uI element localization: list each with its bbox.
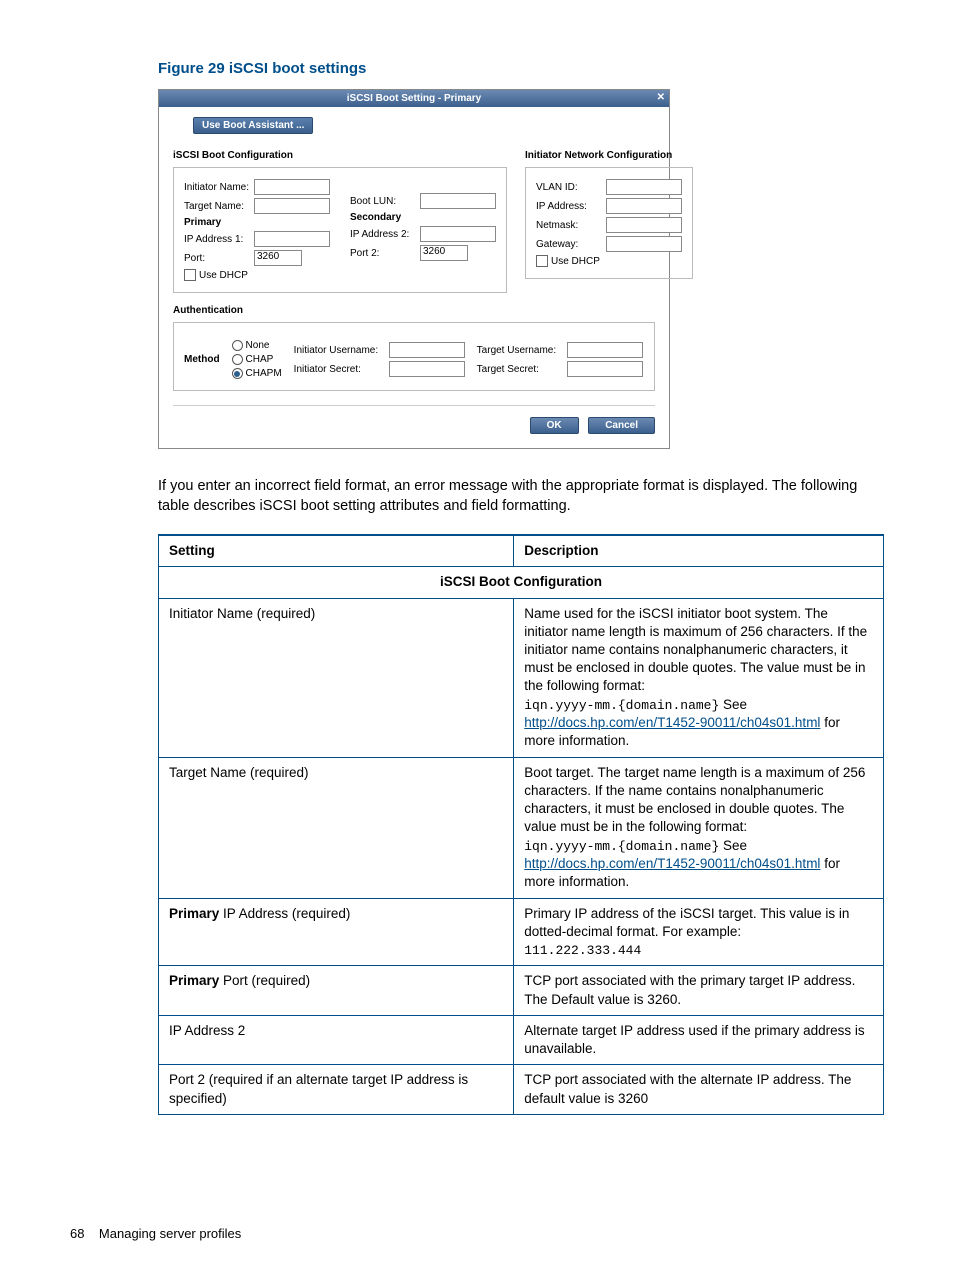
gateway-field[interactable] xyxy=(606,236,682,252)
cell-description: TCP port associated with the primary tar… xyxy=(514,966,884,1015)
initiator-name-label: Initiator Name: xyxy=(184,182,254,193)
secondary-label: Secondary xyxy=(350,212,420,223)
method-chapm-radio[interactable] xyxy=(232,368,243,379)
ok-button[interactable]: OK xyxy=(530,417,579,434)
cell-description: TCP port associated with the alternate I… xyxy=(514,1065,884,1114)
cell-description: Alternate target IP address used if the … xyxy=(514,1015,884,1064)
ip2-label: IP Address 2: xyxy=(350,229,420,240)
method-chap-label: CHAP xyxy=(246,354,274,365)
link[interactable]: http://docs.hp.com/en/T1452-90011/ch04s0… xyxy=(524,856,820,871)
method-none-label: None xyxy=(246,340,270,351)
tgt-user-label: Target Username: xyxy=(477,345,567,356)
cell-setting: Port 2 (required if an alternate target … xyxy=(159,1065,514,1114)
use-boot-assistant-button[interactable]: Use Boot Assistant ... xyxy=(193,117,313,134)
target-name-label: Target Name: xyxy=(184,201,254,212)
cell-setting: Target Name (required) xyxy=(159,757,514,898)
init-user-field[interactable] xyxy=(389,342,465,358)
cell-description: Primary IP address of the iSCSI target. … xyxy=(514,898,884,966)
use-dhcp-right-checkbox[interactable] xyxy=(536,255,548,267)
gateway-label: Gateway: xyxy=(536,239,606,250)
close-icon[interactable]: ✕ xyxy=(657,92,665,103)
cell-setting: Primary IP Address (required) xyxy=(159,898,514,966)
method-label: Method xyxy=(184,354,220,365)
port2-field[interactable]: 3260 xyxy=(420,245,468,261)
port-field[interactable]: 3260 xyxy=(254,250,302,266)
th-description: Description xyxy=(514,535,884,567)
ip1-field[interactable] xyxy=(254,231,330,247)
table-row: Primary Port (required) TCP port associa… xyxy=(159,966,884,1015)
dialog-title-text: iSCSI Boot Setting - Primary xyxy=(347,93,481,104)
iscsi-dialog: iSCSI Boot Setting - Primary ✕ Use Boot … xyxy=(158,89,670,449)
init-secret-field[interactable] xyxy=(389,361,465,377)
paragraph-text: If you enter an incorrect field format, … xyxy=(158,477,884,516)
use-dhcp-right-label: Use DHCP xyxy=(551,256,600,267)
th-setting: Setting xyxy=(159,535,514,567)
use-dhcp-left-label: Use DHCP xyxy=(199,270,248,281)
ipaddr-label: IP Address: xyxy=(536,201,606,212)
table-row: Initiator Name (required) Name used for … xyxy=(159,598,884,757)
netmask-label: Netmask: xyxy=(536,220,606,231)
page-footer: 68 Managing server profiles xyxy=(70,1226,241,1241)
table-section: iSCSI Boot Configuration xyxy=(159,567,884,598)
init-user-label: Initiator Username: xyxy=(294,345,389,356)
cell-description: Boot target. The target name length is a… xyxy=(514,757,884,898)
method-chapm-label: CHAPM xyxy=(246,368,282,379)
cell-setting: Initiator Name (required) xyxy=(159,598,514,757)
initiator-name-field[interactable] xyxy=(254,179,330,195)
netmask-field[interactable] xyxy=(606,217,682,233)
link[interactable]: http://docs.hp.com/en/T1452-90011/ch04s0… xyxy=(524,715,820,730)
dialog-titlebar: iSCSI Boot Setting - Primary ✕ xyxy=(159,90,669,107)
vlan-field[interactable] xyxy=(606,179,682,195)
tgt-secret-label: Target Secret: xyxy=(477,364,567,375)
cancel-button[interactable]: Cancel xyxy=(588,417,655,434)
settings-table: Setting Description iSCSI Boot Configura… xyxy=(158,534,884,1115)
primary-label: Primary xyxy=(184,217,254,228)
ipaddr-field[interactable] xyxy=(606,198,682,214)
port-label: Port: xyxy=(184,253,254,264)
init-secret-label: Initiator Secret: xyxy=(294,364,389,375)
boot-lun-label: Boot LUN: xyxy=(350,196,420,207)
method-chap-radio[interactable] xyxy=(232,354,243,365)
port2-label: Port 2: xyxy=(350,248,420,259)
cell-setting: Primary Port (required) xyxy=(159,966,514,1015)
footer-title: Managing server profiles xyxy=(99,1226,241,1241)
table-row: IP Address 2 Alternate target IP address… xyxy=(159,1015,884,1064)
boot-lun-field[interactable] xyxy=(420,193,496,209)
method-none-radio[interactable] xyxy=(232,340,243,351)
bootcfg-header: iSCSI Boot Configuration xyxy=(173,150,507,161)
tgt-secret-field[interactable] xyxy=(567,361,643,377)
use-dhcp-left-checkbox[interactable] xyxy=(184,269,196,281)
target-name-field[interactable] xyxy=(254,198,330,214)
ip1-label: IP Address 1: xyxy=(184,234,254,245)
page-number: 68 xyxy=(70,1226,84,1241)
vlan-label: VLAN ID: xyxy=(536,182,606,193)
ip2-field[interactable] xyxy=(420,226,496,242)
cell-description: Name used for the iSCSI initiator boot s… xyxy=(514,598,884,757)
table-row: Target Name (required) Boot target. The … xyxy=(159,757,884,898)
table-row: Port 2 (required if an alternate target … xyxy=(159,1065,884,1114)
netcfg-header: Initiator Network Configuration xyxy=(525,150,693,161)
figure-title: Figure 29 iSCSI boot settings xyxy=(158,60,884,77)
auth-header: Authentication xyxy=(173,305,655,316)
cell-setting: IP Address 2 xyxy=(159,1015,514,1064)
table-row: Primary IP Address (required) Primary IP… xyxy=(159,898,884,966)
tgt-user-field[interactable] xyxy=(567,342,643,358)
